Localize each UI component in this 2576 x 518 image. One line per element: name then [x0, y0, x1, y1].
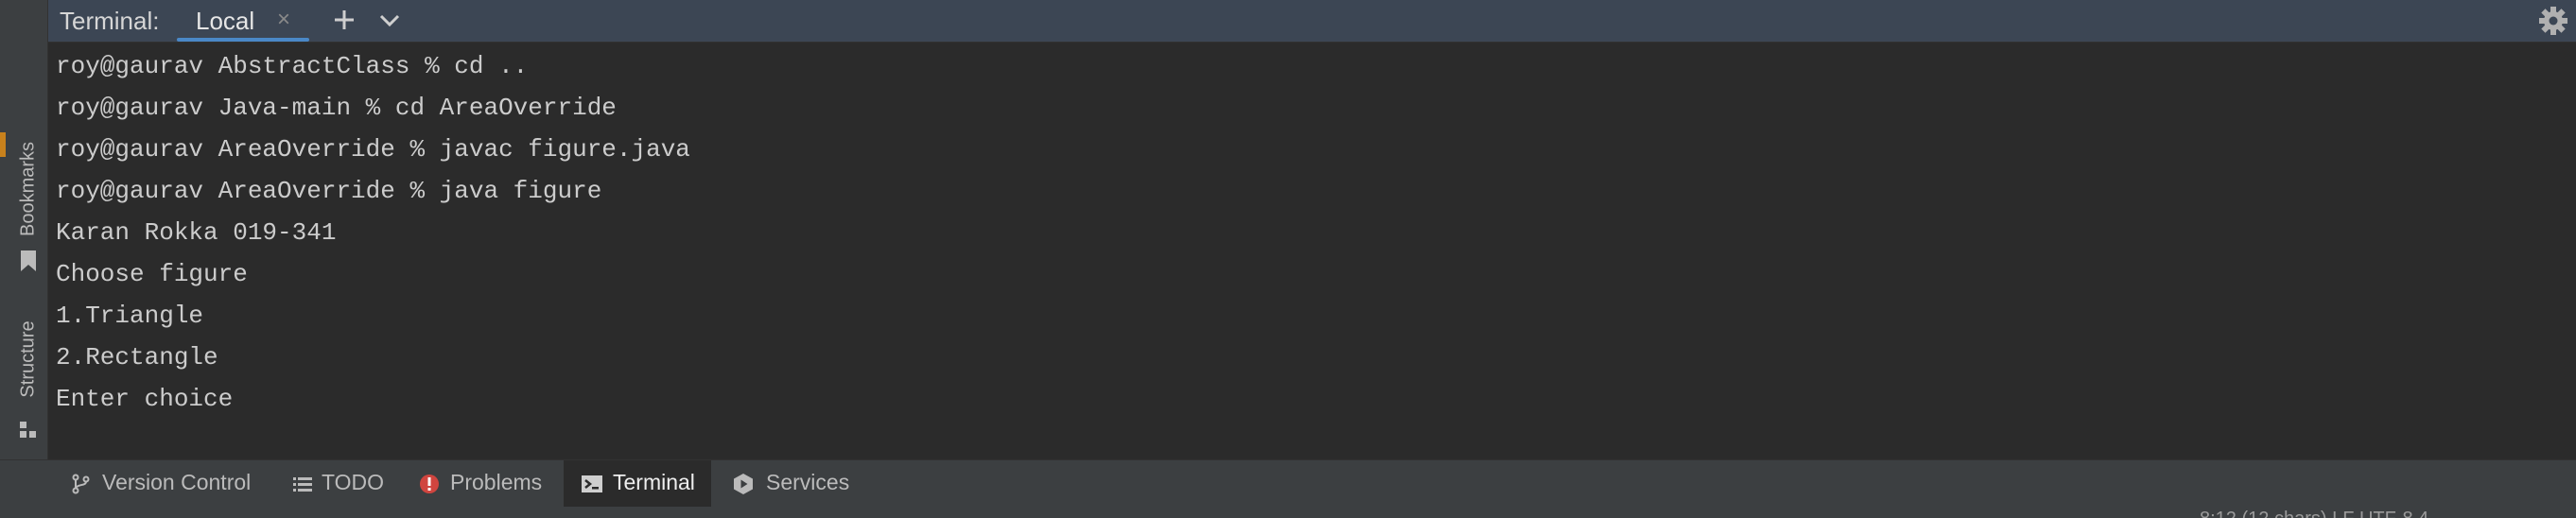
plus-icon[interactable]: [330, 6, 358, 34]
terminal-line: roy@gaurav AreaOverride % javac figure.j…: [56, 135, 690, 164]
terminal-line: Karan Rokka 019-341: [56, 218, 337, 247]
structure-icon: [20, 422, 36, 438]
bookmarks-tool-button[interactable]: Bookmarks: [9, 132, 47, 284]
terminal-icon: [582, 475, 602, 492]
terminal-output[interactable]: roy@gaurav AbstractClass % cd .. roy@gau…: [48, 43, 2576, 459]
terminal-line: roy@gaurav AreaOverride % java figure: [56, 177, 602, 205]
terminal-title: Terminal:: [60, 7, 160, 35]
tab-services-label: Services: [766, 470, 850, 494]
list-icon: [293, 477, 312, 492]
tab-services[interactable]: Services: [719, 460, 861, 508]
status-bar: 8:12 (12 chars) LF UTF-8 4: [0, 507, 2576, 518]
tab-local[interactable]: Local ×: [177, 0, 309, 42]
side-tool-stripe: Bookmarks Structure: [9, 0, 48, 459]
terminal-line: roy@gaurav Java-main % cd AreaOverride: [56, 94, 617, 122]
tab-problems[interactable]: Problems: [407, 460, 558, 508]
gear-icon[interactable]: [2538, 6, 2568, 36]
structure-label: Structure: [17, 320, 39, 398]
tab-version-control[interactable]: Version Control: [57, 460, 255, 508]
structure-tool-button[interactable]: Structure: [9, 307, 47, 440]
problems-icon: [420, 475, 439, 493]
tab-version-control-label: Version Control: [102, 470, 252, 494]
tab-todo[interactable]: TODO: [280, 460, 393, 508]
tool-window-bar: Version Control TODO Problems Terminal S…: [0, 459, 2576, 508]
active-tab-indicator: [177, 38, 309, 42]
tab-local-label: Local: [196, 7, 255, 35]
services-icon: [734, 474, 753, 494]
vcs-branch-icon: [72, 474, 90, 494]
editor-edge-marker: [0, 132, 6, 157]
terminal-line: 1.Triangle: [56, 302, 204, 330]
terminal-line: 2.Rectangle: [56, 343, 218, 371]
terminal-line: Enter choice: [56, 385, 234, 413]
terminal-line: roy@gaurav AbstractClass % cd ..: [56, 52, 529, 80]
chevron-down-icon[interactable]: [375, 6, 404, 34]
bookmarks-label: Bookmarks: [17, 141, 39, 237]
window-edge: [0, 0, 9, 518]
tab-todo-label: TODO: [322, 470, 385, 494]
close-icon[interactable]: ×: [277, 7, 290, 33]
tab-terminal[interactable]: Terminal: [564, 460, 711, 508]
tab-problems-label: Problems: [450, 470, 543, 494]
terminal-header: Terminal: Local ×: [48, 0, 2576, 43]
bookmark-icon: [21, 250, 36, 271]
tab-terminal-label: Terminal: [613, 470, 695, 494]
status-text[interactable]: 8:12 (12 chars) LF UTF-8 4: [2200, 509, 2428, 518]
terminal-line: Choose figure: [56, 260, 248, 288]
